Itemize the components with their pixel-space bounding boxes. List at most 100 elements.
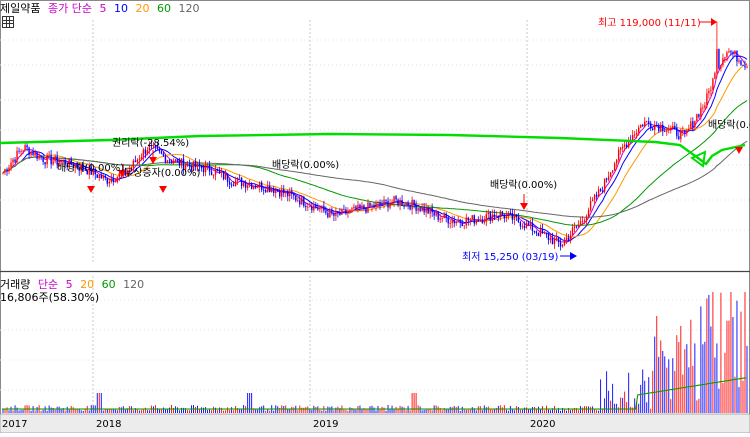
candle-body xyxy=(345,209,347,214)
candle-body xyxy=(275,189,277,193)
candle-body xyxy=(463,225,465,227)
candle-body xyxy=(694,120,696,128)
candle-body xyxy=(623,144,626,147)
candle-body xyxy=(736,51,738,62)
candle-body xyxy=(168,160,171,162)
candle-body xyxy=(722,58,724,65)
candle-body xyxy=(457,221,459,223)
candle-body xyxy=(706,93,708,106)
candle-body xyxy=(611,170,614,173)
candle-body xyxy=(615,159,618,164)
candle-body xyxy=(373,204,375,208)
candle-body xyxy=(696,114,698,121)
candle-body xyxy=(587,210,590,217)
candle-body xyxy=(531,222,534,232)
candle-body xyxy=(285,191,287,194)
candle-body xyxy=(660,124,662,132)
candle-body xyxy=(196,163,199,168)
candle-body xyxy=(724,57,726,59)
candle-body xyxy=(277,189,279,192)
candle-body xyxy=(271,188,273,193)
candle-body xyxy=(555,237,558,239)
candle-body xyxy=(325,210,327,213)
candle-body xyxy=(553,238,556,244)
candle-body xyxy=(678,136,680,140)
candle-body xyxy=(656,124,658,126)
chart-canvas[interactable]: 권리락(-28.54%) 배당락(0.00%) 무상증자(0.00%) 배당락(… xyxy=(0,0,750,434)
candle-body xyxy=(204,165,207,173)
candle-body xyxy=(138,159,141,161)
candle-body xyxy=(265,189,267,193)
candle-body xyxy=(234,180,237,186)
candle-body xyxy=(20,151,22,152)
x-tick-label: 2018 xyxy=(96,419,121,430)
grid-toggle-icon[interactable] xyxy=(2,16,14,28)
price-legend: 제일약품 종가 단순 5 10 20 60 120 xyxy=(0,0,199,16)
candle-body xyxy=(116,176,119,182)
candle-body xyxy=(214,169,217,175)
candle-body xyxy=(299,200,301,205)
candle-body xyxy=(260,182,263,190)
candle-body xyxy=(194,161,197,168)
candle-body xyxy=(682,130,684,132)
bonus-issue-label: 무상증자(0.00%) xyxy=(124,167,200,179)
candle-body xyxy=(453,220,455,224)
candle-body xyxy=(162,153,165,156)
candle-body xyxy=(489,212,492,221)
candle-body xyxy=(391,202,393,204)
candle-body xyxy=(289,190,291,197)
candle-body xyxy=(327,212,329,218)
candle-body xyxy=(287,191,289,197)
volume-value: 16,806주(58.30%) xyxy=(0,291,100,304)
candle-body xyxy=(559,242,562,247)
candle-body xyxy=(746,66,748,68)
candle-body xyxy=(252,185,255,189)
candle-body xyxy=(635,132,638,135)
candle-body xyxy=(244,182,247,188)
candle-body xyxy=(684,130,686,133)
candle-body xyxy=(495,215,498,217)
candle-body xyxy=(734,51,736,54)
candle-body xyxy=(42,157,44,162)
candle-body xyxy=(475,219,477,224)
candle-body xyxy=(4,169,6,173)
candle-body xyxy=(563,239,566,245)
candle-body xyxy=(461,222,463,226)
candle-body xyxy=(164,155,167,163)
candle-body xyxy=(710,89,712,91)
candle-body xyxy=(433,212,435,216)
candle-body xyxy=(672,125,674,129)
candle-body xyxy=(401,200,403,207)
candle-body xyxy=(188,164,191,167)
candle-body xyxy=(407,203,409,206)
candle-body xyxy=(613,163,616,171)
candle-body xyxy=(279,191,281,197)
vol-ma-period-120: 120 xyxy=(123,278,145,291)
candle-body xyxy=(399,200,401,206)
candle-body xyxy=(640,124,642,128)
candle-body xyxy=(106,177,108,184)
candle-body xyxy=(100,175,102,179)
candle-body xyxy=(579,221,582,225)
candle-body xyxy=(405,203,407,207)
candle-body xyxy=(603,178,606,192)
candle-body xyxy=(385,199,387,201)
candle-body xyxy=(595,194,598,197)
candle-body xyxy=(702,107,704,109)
stock-chart[interactable]: 권리락(-28.54%) 배당락(0.00%) 무상증자(0.00%) 배당락(… xyxy=(0,0,750,434)
candle-body xyxy=(393,196,395,203)
candle-body xyxy=(333,213,335,216)
candle-body xyxy=(309,206,311,208)
candle-body xyxy=(297,200,299,202)
candle-body xyxy=(166,160,169,163)
candle-body xyxy=(387,200,389,208)
candle-body xyxy=(140,157,143,160)
candle-body xyxy=(38,155,40,159)
candle-body xyxy=(425,207,427,213)
candle-body xyxy=(200,166,203,169)
candle-body xyxy=(744,65,746,68)
candle-body xyxy=(98,175,100,178)
candle-body xyxy=(293,193,295,196)
candle-body xyxy=(12,159,14,163)
candle-body xyxy=(40,155,42,158)
